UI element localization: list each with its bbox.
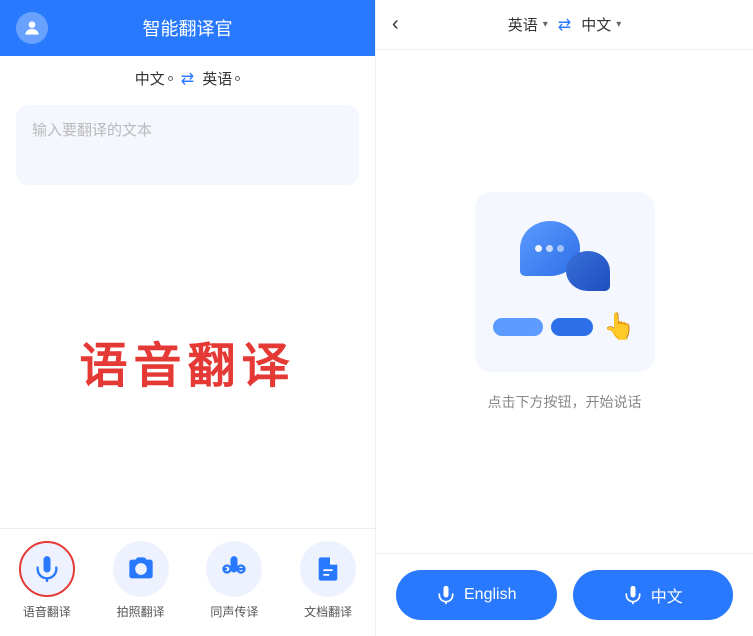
tap-btn-1	[493, 318, 543, 336]
right-swap-icon[interactable]: ⇄	[558, 15, 571, 35]
right-panel: ‹ 英语 ▾ ⇄ 中文 ▾	[375, 0, 753, 636]
voice-hint: 点击下方按钮，开始说话	[488, 392, 642, 412]
nav-label-voice: 语音翻译	[23, 603, 71, 620]
left-panel: 智能翻译官 中文 ⇄ 英语 输入要翻译的文本 语音翻译 语音翻译	[0, 0, 375, 636]
right-target-label: 中文	[581, 14, 611, 35]
app-title: 智能翻译官	[143, 15, 233, 41]
left-target-lang[interactable]: 英语	[202, 68, 240, 89]
text-input-area[interactable]: 输入要翻译的文本	[16, 105, 359, 185]
bottom-buttons: English 中文	[376, 553, 753, 636]
chinese-voice-button[interactable]: 中文	[573, 570, 734, 620]
english-voice-button[interactable]: English	[396, 570, 557, 620]
nav-label-photo: 拍照翻译	[117, 603, 165, 620]
tap-btn-2	[551, 318, 593, 336]
bubble-dots	[535, 245, 564, 252]
right-header: ‹ 英语 ▾ ⇄ 中文 ▾	[376, 0, 753, 50]
right-target-dot: ▾	[616, 19, 621, 30]
source-dot-icon	[168, 76, 173, 81]
input-placeholder: 输入要翻译的文本	[32, 122, 152, 139]
english-btn-label: English	[464, 586, 516, 604]
english-mic-icon	[436, 585, 456, 605]
left-header: 智能翻译官	[0, 0, 375, 56]
nav-label-simultaneous: 同声传译	[210, 603, 258, 620]
illustration-card: 👆	[475, 192, 655, 372]
finger-icon: 👆	[603, 311, 635, 342]
voice-illustration: 👆 点击下方按钮，开始说话	[376, 50, 753, 553]
right-source-label: 英语	[508, 14, 538, 35]
left-source-lang[interactable]: 中文	[135, 68, 173, 89]
left-source-label: 中文	[135, 68, 165, 89]
nav-item-simultaneous[interactable]: 同声传译	[188, 541, 282, 620]
bottom-nav: 语音翻译 拍照翻译 同声传译	[0, 528, 375, 636]
right-lang-bar: 英语 ▾ ⇄ 中文 ▾	[508, 14, 622, 35]
avatar[interactable]	[16, 12, 48, 44]
chat-bubbles-illustration	[520, 221, 610, 291]
dot1	[535, 245, 542, 252]
left-lang-bar: 中文 ⇄ 英语	[0, 56, 375, 97]
dot2	[546, 245, 553, 252]
bubble-small	[566, 251, 610, 291]
nav-item-voice[interactable]: 语音翻译	[0, 541, 94, 620]
swap-icon[interactable]: ⇄	[181, 69, 194, 89]
nav-item-photo[interactable]: 拍照翻译	[94, 541, 188, 620]
nav-label-document: 文档翻译	[304, 603, 352, 620]
document-nav-icon-wrap	[300, 541, 356, 597]
photo-nav-icon-wrap	[113, 541, 169, 597]
chinese-mic-icon	[623, 585, 643, 605]
back-button[interactable]: ‹	[392, 13, 399, 36]
simultaneous-nav-icon-wrap	[206, 541, 262, 597]
right-source-lang[interactable]: 英语 ▾	[508, 14, 548, 35]
nav-item-document[interactable]: 文档翻译	[281, 541, 375, 620]
dot3	[557, 245, 564, 252]
voice-section: 语音翻译	[0, 193, 375, 528]
target-dot-icon	[235, 76, 240, 81]
right-source-dot: ▾	[543, 19, 548, 30]
voice-section-title: 语音翻译	[79, 326, 295, 396]
voice-nav-icon-wrap	[19, 541, 75, 597]
left-target-label: 英语	[202, 68, 232, 89]
tap-row: 👆	[493, 311, 635, 342]
chinese-btn-label: 中文	[651, 583, 683, 607]
right-target-lang[interactable]: 中文 ▾	[581, 14, 621, 35]
